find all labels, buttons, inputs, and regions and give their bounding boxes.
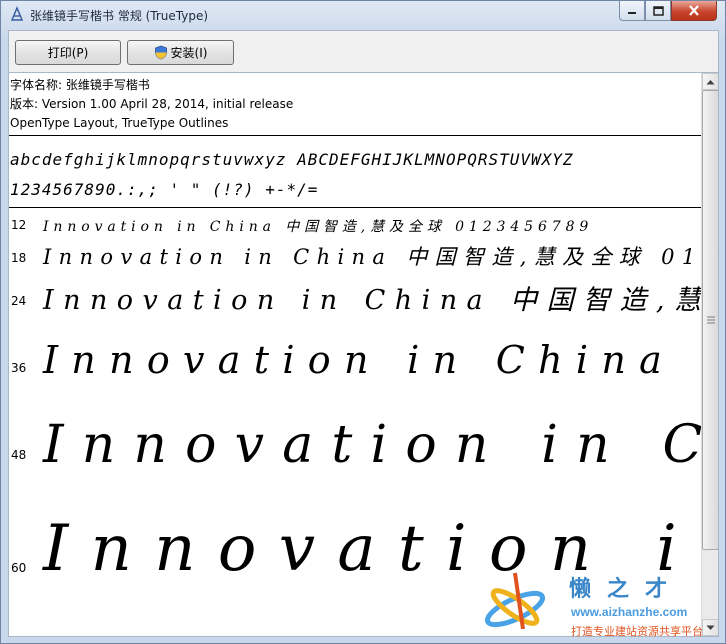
sample-size-label: 12 [11,218,27,232]
scroll-up-arrow-icon [706,79,715,84]
install-button[interactable]: 安装(I) [127,40,234,65]
site-logo-icon [484,572,546,630]
divider [9,135,701,136]
sample-size-label: 36 [11,361,27,375]
grip-icon [706,316,715,324]
character-set-preview: abcdefghijklmnopqrstuvwxyz ABCDEFGHIJKLM… [10,145,574,205]
toolbar: 打印(P) 安装(I) [8,30,719,72]
close-icon [689,5,699,16]
scroll-up-button[interactable] [702,73,718,90]
font-file-icon [10,6,24,21]
sample-text: Innovation in China 中国智造,慧及全球 0123456789 [43,245,701,269]
watermark-url: www.aizhanzhe.com [571,605,688,619]
sample-text: Innovation in China 中国智造,慧及全球 0123456789 [43,219,594,235]
sample-row-24: 24 Innovation in China 中国智造,慧及全球 0123456… [9,276,701,320]
font-viewer-window: 张维镜手写楷书 常规 (TrueType) 打印(P) 安装(I) 字体名称: … [0,0,726,644]
charset-letters: abcdefghijklmnopqrstuvwxyz ABCDEFGHIJKLM… [10,150,574,169]
sample-text: Innovation in China 中国智造,慧及全球 0123456789 [43,338,701,382]
minimize-icon [628,11,636,14]
sample-size-label: 18 [11,251,27,265]
close-button[interactable] [671,1,717,21]
vertical-scrollbar[interactable] [701,73,718,636]
sample-row-36: 36 Innovation in China 中国智造,慧及全球 0123456… [9,327,701,391]
sample-row-48: 48 Innovation in China 中国智造,慧及全球 0123456… [9,400,701,480]
sample-row-12: 12 Innovation in China 中国智造,慧及全球 0123456… [9,214,701,236]
minimize-button[interactable] [619,1,645,21]
sample-row-18: 18 Innovation in China 中国智造,慧及全球 0123456… [9,239,701,273]
font-version-line: 版本: Version 1.00 April 28, 2014, initial… [10,97,294,111]
sample-size-label: 24 [11,294,27,308]
font-info: 字体名称: 张维镜手写楷书 版本: Version 1.00 April 28,… [10,76,293,133]
watermark-slogan: 打造专业建站资源共享平台 [571,625,703,638]
sample-text: Innovation in China 中国智造,慧及全球 0123456789 [43,285,701,316]
scroll-thumb[interactable] [702,90,718,550]
watermark: 懒之才 www.aizhanzhe.com 打造专业建站资源共享平台 [479,567,723,641]
window-title: 张维镜手写楷书 常规 (TrueType) [30,9,209,23]
title-bar[interactable]: 张维镜手写楷书 常规 (TrueType) [1,1,725,29]
maximize-icon [652,5,664,16]
font-name-line: 字体名称: 张维镜手写楷书 [10,78,150,92]
sample-text: Innovation in China 中国智造,慧及全球 0123456789 [43,415,701,475]
font-preview-pane: 字体名称: 张维镜手写楷书 版本: Version 1.00 April 28,… [8,72,719,637]
maximize-button[interactable] [645,1,671,21]
uac-shield-icon [154,45,167,60]
font-type-line: OpenType Layout, TrueType Outlines [10,116,229,130]
sample-size-label: 60 [11,561,27,575]
sample-size-label: 48 [11,448,27,462]
install-button-label: 安装(I) [170,46,208,60]
print-button-label: 打印(P) [47,46,89,60]
print-button[interactable]: 打印(P) [15,40,121,65]
watermark-title: 懒之才 [569,576,684,602]
divider [9,207,701,208]
charset-digits-symbols: 1234567890.:,; ' " (!?) +-*/= [10,180,319,199]
